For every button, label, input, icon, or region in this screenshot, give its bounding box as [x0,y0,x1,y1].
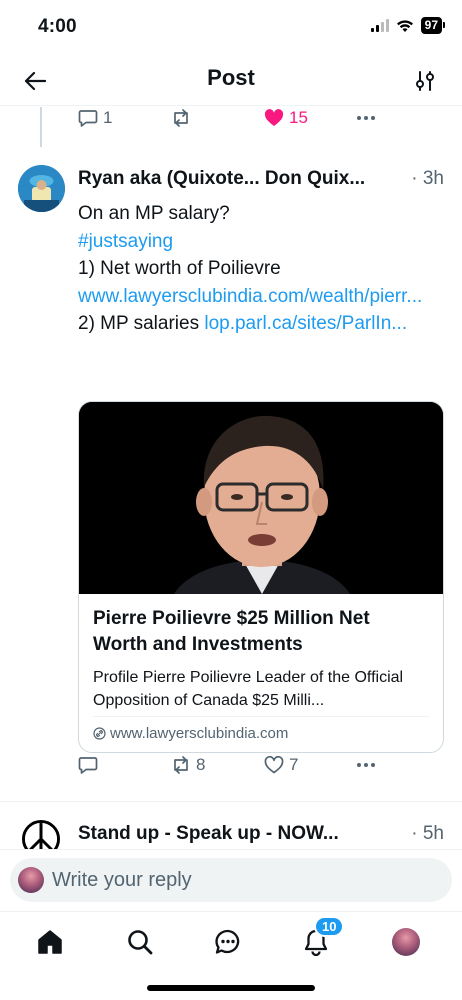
battery-icon: 97 [420,17,446,34]
repost-count: 8 [196,755,206,774]
thread-line [40,107,42,147]
status-bar: 4:00 97 [0,0,462,56]
link-icon [93,727,106,740]
tab-messages[interactable] [210,924,246,960]
repost-button[interactable]: 8 [171,755,205,775]
tab-profile[interactable] [388,924,424,960]
tweet-header: Ryan aka (Quixote... Don Quix... · 3h [78,168,444,190]
url-link[interactable]: www.lawyersclubindia.com/wealth/pierr... [78,283,440,311]
status-indicators: 97 [370,17,446,34]
signal-icon [370,19,389,32]
reply-placeholder: Write your reply [52,868,192,891]
reply-input[interactable]: Write your reply [10,858,452,902]
card-description: Profile Pierre Poilievre Leader of the O… [93,669,404,709]
tweet-line: 2) MP salaries [78,313,205,334]
card-domain: www.lawyersclubindia.com [93,725,429,742]
notifications-badge: 10 [314,916,345,937]
hashtag-link[interactable]: #justsaying [78,228,440,256]
my-avatar [18,867,44,893]
reply-button[interactable] [78,756,103,775]
tweet-text: On an MP salary? #justsaying 1) Net wort… [78,200,440,338]
url-link[interactable]: lop.parl.ca/sites/ParlIn... [204,313,407,334]
portrait-image [79,402,443,594]
sliders-icon [416,71,434,91]
chat-bubble-icon [215,929,240,954]
reply-icon [78,756,98,774]
like-count: 15 [289,108,308,127]
home-indicator [147,985,315,991]
next-post-timestamp: · 5h [411,823,444,844]
more-horizontal-icon [357,763,375,767]
tab-home[interactable] [32,924,68,960]
tweet-line: On an MP salary? [78,203,230,224]
like-button[interactable]: 15 [264,108,308,128]
post-header: Post [0,56,462,106]
more-button[interactable] [356,762,376,768]
card-divider [93,716,429,717]
like-button[interactable]: 7 [264,755,298,775]
repost-icon [174,756,188,774]
wifi-icon [396,19,413,32]
author-name[interactable]: Ryan aka (Quixote... Don Quix... [78,168,365,190]
heart-filled-icon [264,109,284,126]
tweet-line: 1) Net worth of Poilievre [78,258,281,279]
more-horizontal-icon [357,116,375,120]
card-domain-text: www.lawyersclubindia.com [110,725,289,742]
tab-search[interactable] [122,924,158,960]
heart-outline-icon [264,756,284,774]
reply-button[interactable]: 1 [78,108,112,128]
link-preview-card[interactable]: Pierre Poilievre $25 Million Net Worth a… [78,401,444,753]
reply-icon [78,109,98,127]
reply-count: 1 [103,108,113,127]
avatar-image-icon [18,165,65,212]
next-author-name[interactable]: Stand up - Speak up - NOW... [78,823,339,845]
reply-bar: Write your reply [0,849,462,911]
profile-avatar [392,928,420,956]
status-time: 4:00 [38,16,77,37]
post-divider [0,801,462,802]
page-title: Post [207,65,255,90]
like-count: 7 [289,755,299,774]
next-post-header: Stand up - Speak up - NOW... · 5h [78,823,444,845]
repost-button[interactable] [171,109,196,127]
search-icon [128,930,153,955]
tab-notifications[interactable]: 10 [298,916,345,960]
reply-settings-button[interactable] [410,66,440,96]
home-icon [38,930,62,954]
author-avatar[interactable] [18,165,65,212]
card-title: Pierre Poilievre $25 Million Net Worth a… [93,608,370,655]
card-image [79,402,443,594]
more-button[interactable] [356,115,376,121]
tweet-timestamp: · 3h [411,168,444,189]
repost-icon [174,109,188,127]
